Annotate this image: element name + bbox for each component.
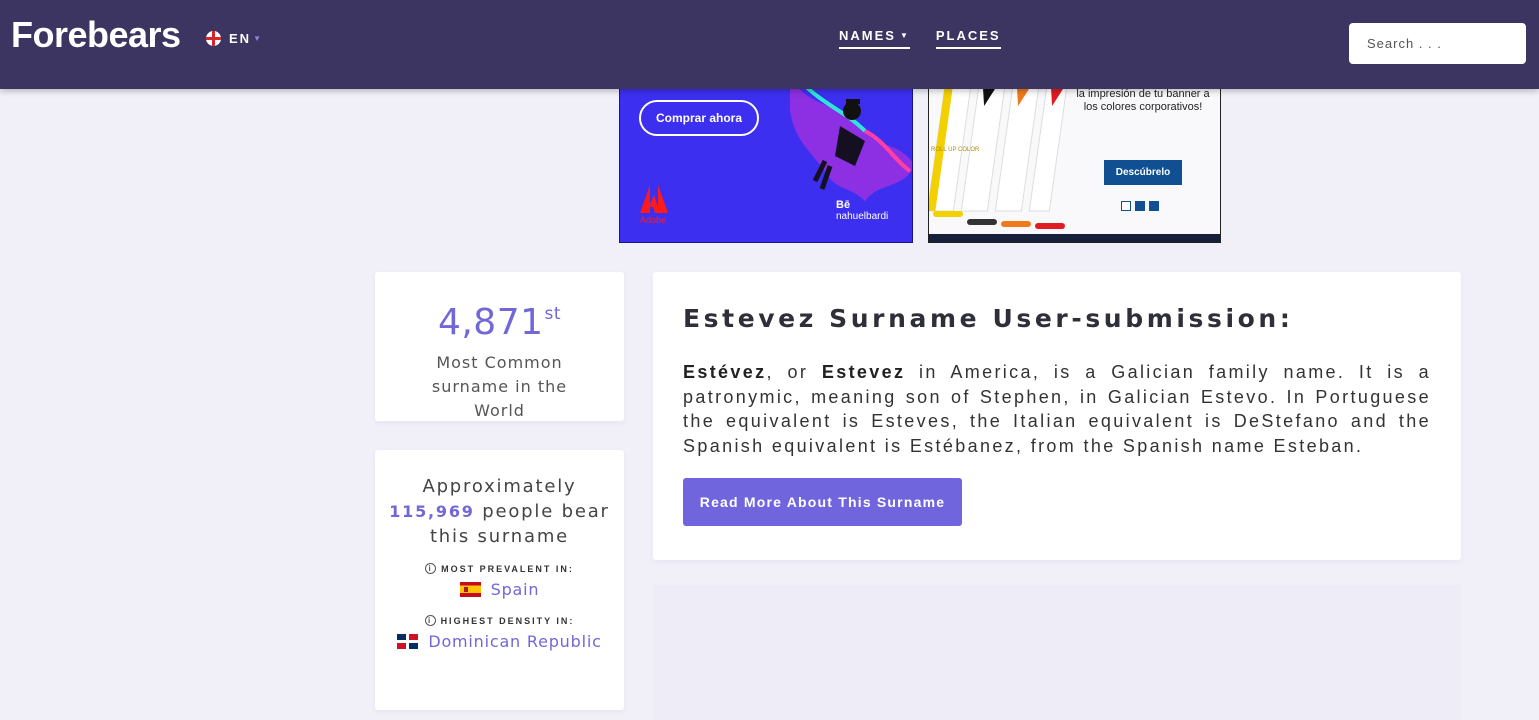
rank-suffix: st [544,304,562,324]
ad-illustration [790,76,912,201]
adobe-brand-text: Adobe [640,215,666,225]
population-prefix: Approximately [422,476,577,497]
highest-density-heading: i HIGHEST DENSITY IN: [375,615,624,626]
user-submission-card: Estevez Surname User-submission: Estévez… [653,272,1461,560]
most-prevalent-label: MOST PREVALENT IN: [441,563,574,574]
dominican-republic-flag-icon [397,634,419,649]
world-rank-card: 4,871st Most Common surname in the World [375,272,624,421]
ad-buy-now-button[interactable]: Comprar ahora [639,100,759,136]
rollup-ad-banner[interactable]: ROLL UP COLOR Podés adaptar perfectament… [928,70,1221,243]
surname-connector: , or [766,362,822,382]
most-prevalent-heading: i MOST PREVALENT IN: [375,563,624,574]
behance-credit: Bē nahuelbardi [836,199,888,223]
top-navbar: Forebears EN ▼ NAMES ▼ PLACES [0,0,1539,89]
content-panel-placeholder [653,585,1461,720]
ad-bottom-bar [929,234,1220,242]
highest-density-country: Dominican Republic [428,632,602,651]
main-nav: NAMES ▼ PLACES [839,28,1001,49]
nav-label-names: NAMES [839,28,896,43]
carousel-dot[interactable] [1149,201,1159,211]
most-prevalent-country: Spain [490,580,540,599]
search-input[interactable] [1349,23,1526,64]
rank-number: 4,871 [437,302,544,343]
world-rank: 4,871st [375,302,624,343]
submission-body: Estévez, or Estevez in America, is a Gal… [683,360,1431,458]
spain-flag-icon [459,582,481,597]
rollup-banners-illustration: ROLL UP COLOR [929,71,1069,229]
rollup-discover-button[interactable]: Descúbrelo [1104,160,1182,185]
language-label: EN [229,31,252,46]
info-icon: i [425,563,437,574]
read-more-button[interactable]: Read More About This Surname [683,478,962,526]
population-card: Approximately 115,969 people bear this s… [375,450,624,710]
info-icon: i [424,615,436,626]
highest-density-country-link[interactable]: Dominican Republic [375,632,624,651]
adobe-logo-icon: Adobe [640,185,668,225]
behance-mark: Bē [836,199,851,211]
language-selector[interactable]: EN ▼ [206,31,261,46]
chevron-down-icon: ▼ [899,31,910,40]
site-logo[interactable]: Forebears [11,14,181,56]
population-text: Approximately 115,969 people bear this s… [375,474,624,549]
submission-title: Estevez Surname User-submission: [683,304,1294,333]
chevron-down-icon: ▼ [253,34,261,43]
nav-label-places: PLACES [935,28,1001,43]
most-prevalent-country-link[interactable]: Spain [375,580,624,599]
nav-item-names[interactable]: NAMES ▼ [839,28,910,49]
england-flag-icon [206,31,221,46]
carousel-dot[interactable] [1121,201,1131,211]
rank-description: Most Common surname in the World [431,353,568,420]
population-count: 115,969 [389,502,475,521]
surname-variant-2: Estevez [821,362,906,382]
adobe-ad-banner[interactable]: Comprar ahora Adobe Bē nahuelbardi [619,70,913,243]
highest-density-label: HIGHEST DENSITY IN: [440,615,575,626]
nav-item-places[interactable]: PLACES [935,28,1001,49]
roll-label: ROLL UP COLOR [931,147,980,153]
surname-variant-1: Estévez [683,362,767,382]
carousel-dots [1121,201,1159,211]
carousel-dot[interactable] [1135,201,1145,211]
artist-name: nahuelbardi [836,211,889,222]
